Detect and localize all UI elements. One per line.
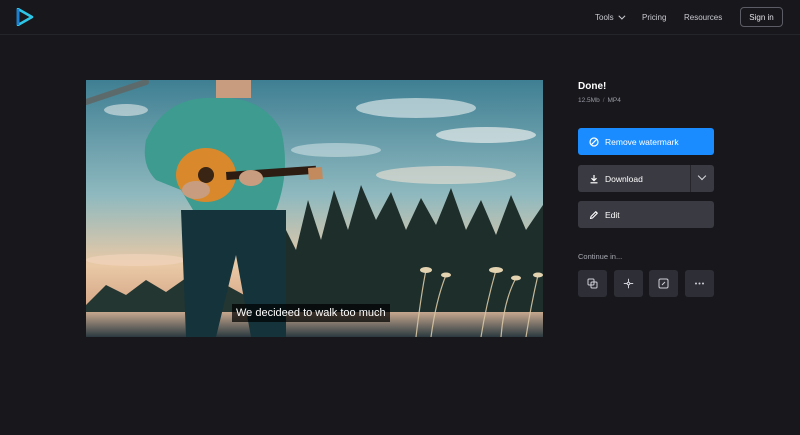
edit-label: Edit (605, 209, 620, 220)
logo-icon[interactable] (16, 8, 34, 26)
copy-icon (587, 278, 598, 289)
file-size: 12.5Mb (578, 97, 600, 104)
download-label: Download (605, 173, 643, 184)
continue-tool-3[interactable] (649, 270, 678, 297)
video-frame (86, 80, 543, 337)
no-symbol-icon (589, 136, 599, 147)
sign-in-button[interactable]: Sign in (740, 7, 783, 27)
nav-tools-label: Tools (595, 12, 614, 22)
remove-watermark-button[interactable]: Remove watermark (578, 128, 714, 155)
continue-tool-1[interactable] (578, 270, 607, 297)
remove-watermark-label: Remove watermark (605, 136, 679, 147)
edit-button[interactable]: Edit (578, 201, 714, 228)
file-meta: 12.5Mb / MP4 (578, 97, 621, 104)
meta-separator: / (602, 97, 605, 104)
result-title: Done! (578, 81, 607, 92)
more-icon (695, 282, 704, 285)
chevron-down-icon[interactable] (697, 171, 707, 181)
download-icon (590, 174, 598, 183)
file-format: MP4 (607, 97, 621, 104)
nav-resources[interactable]: Resources (684, 0, 722, 34)
download-divider (690, 165, 691, 192)
nav-pricing[interactable]: Pricing (642, 0, 666, 34)
video-preview[interactable]: We decideed to walk too much (86, 80, 543, 337)
frame-icon (658, 278, 669, 289)
pencil-icon (589, 210, 598, 219)
chevron-down-icon (618, 12, 626, 20)
top-bar: Tools Pricing Resources Sign in (0, 0, 800, 35)
download-button[interactable]: Download (578, 165, 714, 192)
continue-in-label: Continue in... (578, 252, 623, 261)
sparkle-icon (623, 278, 634, 289)
nav-tools[interactable]: Tools (595, 0, 626, 34)
continue-tool-2[interactable] (614, 270, 643, 297)
subtitle-caption: We decideed to walk too much (232, 304, 390, 322)
continue-tool-more[interactable] (685, 270, 714, 297)
